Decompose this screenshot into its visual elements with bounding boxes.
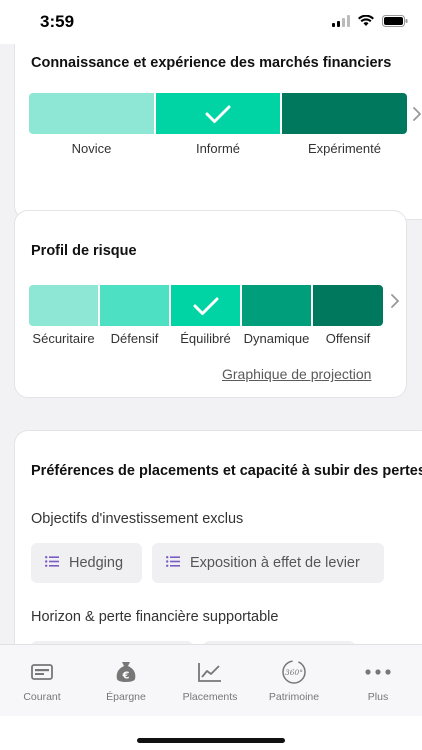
home-indicator[interactable] bbox=[137, 738, 285, 743]
risk-label-dynamique: Dynamique bbox=[243, 331, 310, 346]
home-indicator-area bbox=[0, 716, 422, 750]
knowledge-level-informe[interactable] bbox=[156, 93, 280, 134]
risk-level-dynamique[interactable] bbox=[242, 285, 311, 326]
risk-level-securitaire[interactable] bbox=[29, 285, 98, 326]
tab-label: Courant bbox=[23, 691, 61, 703]
list-icon bbox=[45, 555, 59, 571]
risk-level-equilibre[interactable] bbox=[171, 285, 240, 326]
tab-label: Épargne bbox=[106, 691, 146, 703]
wifi-icon bbox=[358, 14, 374, 32]
status-icons bbox=[332, 14, 408, 32]
tab-plus[interactable]: Plus bbox=[336, 645, 420, 717]
battery-icon bbox=[382, 14, 408, 32]
tab-label: Patrimoine bbox=[268, 691, 320, 703]
risk-card: Profil de risque Sécuritaire Défensif Éq… bbox=[14, 210, 407, 398]
knowledge-card: Connaissance et expérience des marchés f… bbox=[14, 44, 422, 220]
tab-patrimoine[interactable]: 360° Patrimoine bbox=[252, 645, 336, 717]
chevron-right-icon[interactable] bbox=[391, 294, 400, 313]
knowledge-label-informe: Informé bbox=[195, 141, 241, 156]
tab-placements[interactable]: Placements bbox=[168, 645, 252, 717]
preferences-title: Préférences de placements et capacité à … bbox=[31, 463, 422, 479]
knowledge-level-novice[interactable] bbox=[29, 93, 154, 134]
line-chart-icon bbox=[198, 659, 222, 685]
tab-label: Plus bbox=[367, 691, 389, 703]
risk-label-equilibre: Équilibré bbox=[180, 331, 231, 346]
status-time: 3:59 bbox=[40, 12, 75, 31]
money-bag-euro-icon: € bbox=[115, 659, 137, 685]
projection-chart-link[interactable]: Graphique de projection bbox=[222, 366, 371, 382]
more-dots-icon bbox=[365, 659, 391, 685]
svg-text:360°: 360° bbox=[285, 668, 303, 677]
checkmark-icon bbox=[205, 105, 231, 123]
tab-epargne[interactable]: € Épargne bbox=[84, 645, 168, 717]
chip-label: Hedging bbox=[69, 555, 124, 571]
knowledge-title: Connaissance et expérience des marchés f… bbox=[31, 55, 392, 71]
preferences-card: Préférences de placements et capacité à … bbox=[14, 430, 422, 644]
tab-label: Placements bbox=[182, 691, 238, 703]
chevron-right-icon[interactable] bbox=[413, 107, 422, 126]
360-icon: 360° bbox=[281, 659, 307, 685]
knowledge-label-experimente: Expérimenté bbox=[308, 141, 381, 156]
risk-scale bbox=[29, 285, 383, 326]
risk-label-securitaire: Sécuritaire bbox=[32, 331, 95, 346]
svg-text:€: € bbox=[122, 671, 130, 682]
risk-title: Profil de risque bbox=[31, 243, 137, 259]
status-bar: 3:59 bbox=[0, 0, 422, 44]
risk-label-offensif: Offensif bbox=[325, 331, 371, 346]
knowledge-label-novice: Novice bbox=[71, 141, 112, 156]
risk-label-defensif: Défensif bbox=[110, 331, 159, 346]
tab-courant[interactable]: Courant bbox=[0, 645, 84, 717]
chip-leverage-exposure[interactable]: Exposition à effet de levier bbox=[152, 543, 384, 583]
chip-hedging[interactable]: Hedging bbox=[31, 543, 142, 583]
risk-level-offensif[interactable] bbox=[313, 285, 383, 326]
horizon-label: Horizon & perte financière supportable bbox=[31, 609, 279, 625]
account-card-icon bbox=[31, 659, 53, 685]
list-icon bbox=[166, 555, 180, 571]
risk-level-defensif[interactable] bbox=[100, 285, 169, 326]
scroll-content[interactable]: Connaissance et expérience des marchés f… bbox=[0, 44, 422, 644]
tab-bar: Courant € Épargne Placements 360° Patrim… bbox=[0, 644, 422, 716]
knowledge-level-experimente[interactable] bbox=[282, 93, 407, 134]
signal-icon bbox=[332, 14, 350, 32]
chip-label: Exposition à effet de levier bbox=[190, 555, 360, 571]
checkmark-icon bbox=[193, 297, 218, 315]
knowledge-scale bbox=[29, 93, 407, 134]
excluded-objectives-label: Objectifs d'investissement exclus bbox=[31, 511, 244, 527]
